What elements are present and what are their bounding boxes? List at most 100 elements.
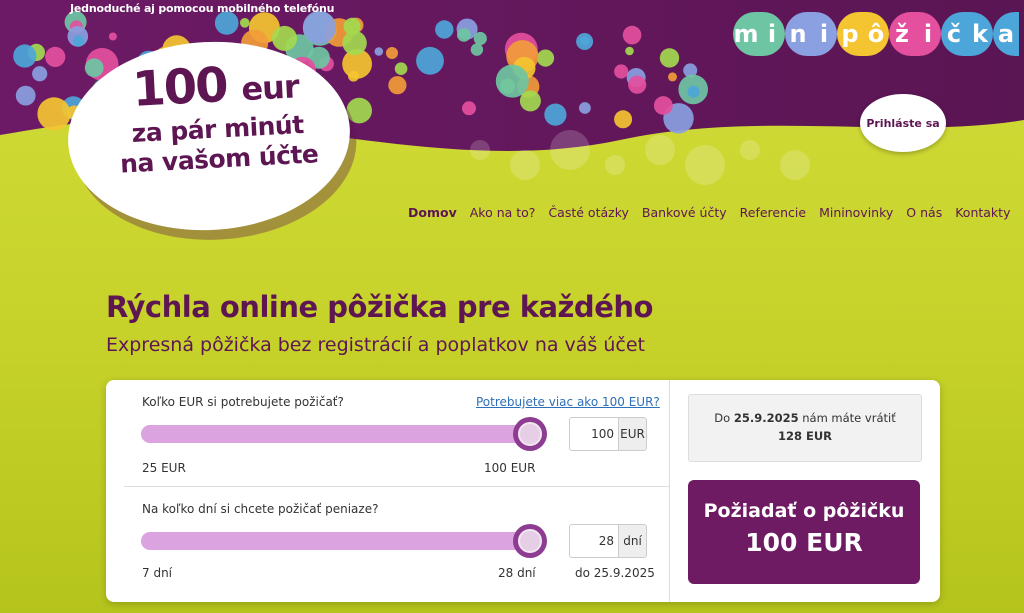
confetti-dot — [495, 64, 529, 98]
nav-contacts[interactable]: Kontakty — [955, 205, 1010, 220]
days-question: Na koľko dní si chcete požičať peniaze? — [142, 502, 379, 516]
amount-unit: EUR — [618, 418, 646, 450]
faded-dot — [605, 155, 625, 175]
confetti-dot — [72, 35, 85, 47]
logo-letter: i — [915, 12, 941, 56]
faded-dot — [510, 150, 540, 180]
summary-suffix: nám máte vrátiť — [798, 411, 896, 425]
confetti-dot — [687, 85, 700, 98]
days-slider-handle[interactable] — [513, 524, 547, 558]
loan-calculator: Koľko EUR si potrebujete požičať? Potreb… — [106, 380, 940, 602]
page-title: Rýchla online pôžička pre každého — [106, 290, 653, 324]
confetti-dot — [302, 10, 336, 45]
logo-letter: i — [759, 12, 785, 56]
logo-letter: m — [733, 12, 759, 56]
tagline: Jednoduché aj pomocou mobilného telefónu — [70, 2, 335, 15]
confetti-dot — [653, 96, 673, 115]
amount-min-label: 25 EUR — [142, 461, 186, 475]
confetti-dot — [416, 46, 444, 75]
faded-dot — [645, 135, 675, 165]
confetti-dot — [394, 62, 408, 75]
confetti-dot — [457, 28, 471, 42]
summary-prefix: Do — [714, 411, 734, 425]
apply-loan-amount: 100 EUR — [745, 528, 863, 557]
days-value[interactable]: 28 — [570, 525, 618, 557]
days-unit: dní — [618, 525, 646, 557]
login-button[interactable]: Prihláste sa — [860, 94, 946, 152]
vertical-divider — [669, 380, 670, 602]
faded-dot — [470, 140, 490, 160]
nav-home[interactable]: Domov — [408, 205, 457, 220]
logo-letter: a — [993, 12, 1019, 56]
confetti-dot — [614, 110, 633, 129]
confetti-dot — [614, 64, 629, 79]
nav-references[interactable]: Referencie — [740, 205, 806, 220]
confetti-dot — [346, 97, 373, 124]
logo-letter: k — [967, 12, 993, 56]
nav-how-to[interactable]: Ako na to? — [470, 205, 536, 220]
nav-bank-accounts[interactable]: Bankové účty — [642, 205, 727, 220]
logo-letter: n — [785, 12, 811, 56]
main-nav: Domov Ako na to? Časté otázky Bankové úč… — [408, 205, 1023, 220]
promo-amount: 100 — [130, 57, 228, 118]
confetti-dot — [435, 20, 454, 39]
confetti-dot — [659, 48, 680, 68]
logo-letter: ô — [863, 12, 889, 56]
horizontal-divider — [124, 486, 669, 487]
confetti-dot — [462, 101, 476, 116]
more-than-100-link[interactable]: Potrebujete viac ako 100 EUR? — [476, 395, 660, 409]
confetti-dot — [668, 72, 677, 82]
amount-slider-handle[interactable] — [513, 417, 547, 451]
confetti-dot — [579, 102, 591, 114]
logo-letter: i — [811, 12, 837, 56]
confetti-dot — [625, 46, 634, 56]
summary-date: 25.9.2025 — [733, 411, 799, 425]
confetti-dot — [32, 66, 48, 82]
confetti-dot — [240, 18, 250, 28]
confetti-dot — [45, 46, 66, 67]
repayment-summary: Do 25.9.2025 nám máte vrátiť 128 EUR — [688, 394, 922, 462]
confetti-dot — [544, 103, 567, 126]
faded-dot — [685, 145, 725, 185]
days-slider-track[interactable] — [141, 532, 539, 550]
nav-faq[interactable]: Časté otázky — [548, 205, 628, 220]
confetti-dot — [576, 33, 594, 50]
days-max-label: 28 dní — [498, 566, 536, 580]
confetti-dot — [388, 76, 407, 95]
days-min-label: 7 dní — [142, 566, 173, 580]
amount-value[interactable]: 100 — [570, 418, 618, 450]
confetti-dot — [108, 32, 117, 41]
page-subtitle: Expresná pôžička bez registrácií a popla… — [106, 334, 645, 356]
confetti-dot — [84, 58, 104, 78]
confetti-dot — [470, 43, 484, 56]
days-until-label: do 25.9.2025 — [575, 566, 655, 580]
faded-dot — [780, 150, 810, 180]
amount-question: Koľko EUR si potrebujete požičať? — [142, 395, 344, 409]
summary-total: 128 EUR — [777, 429, 833, 443]
logo-letter: č — [941, 12, 967, 56]
confetti-dot — [15, 85, 36, 106]
confetti-dot — [386, 47, 398, 59]
faded-dot — [550, 130, 590, 170]
nav-news[interactable]: Mininovinky — [819, 205, 893, 220]
amount-input[interactable]: 100 EUR — [569, 417, 647, 451]
apply-loan-label: Požiadať o pôžičku — [703, 500, 905, 522]
apply-loan-button[interactable]: Požiadať o pôžičku 100 EUR — [688, 480, 920, 584]
days-input[interactable]: 28 dní — [569, 524, 647, 558]
promo-unit: eur — [240, 67, 300, 109]
confetti-dot — [13, 44, 37, 68]
confetti-dot — [37, 97, 71, 131]
amount-max-label: 100 EUR — [484, 461, 536, 475]
confetti-dot — [272, 25, 297, 51]
confetti-dot — [374, 47, 384, 56]
confetti-dot — [342, 30, 367, 56]
confetti-dot — [536, 49, 555, 67]
amount-slider-track[interactable] — [141, 425, 539, 443]
confetti-dot — [473, 31, 487, 46]
nav-about[interactable]: O nás — [906, 205, 942, 220]
confetti-dot — [622, 25, 642, 45]
logo-letter: ž — [889, 12, 915, 56]
faded-dot — [740, 140, 760, 160]
site-logo[interactable]: minipôžička — [733, 12, 1019, 56]
logo-letter: p — [837, 12, 863, 56]
